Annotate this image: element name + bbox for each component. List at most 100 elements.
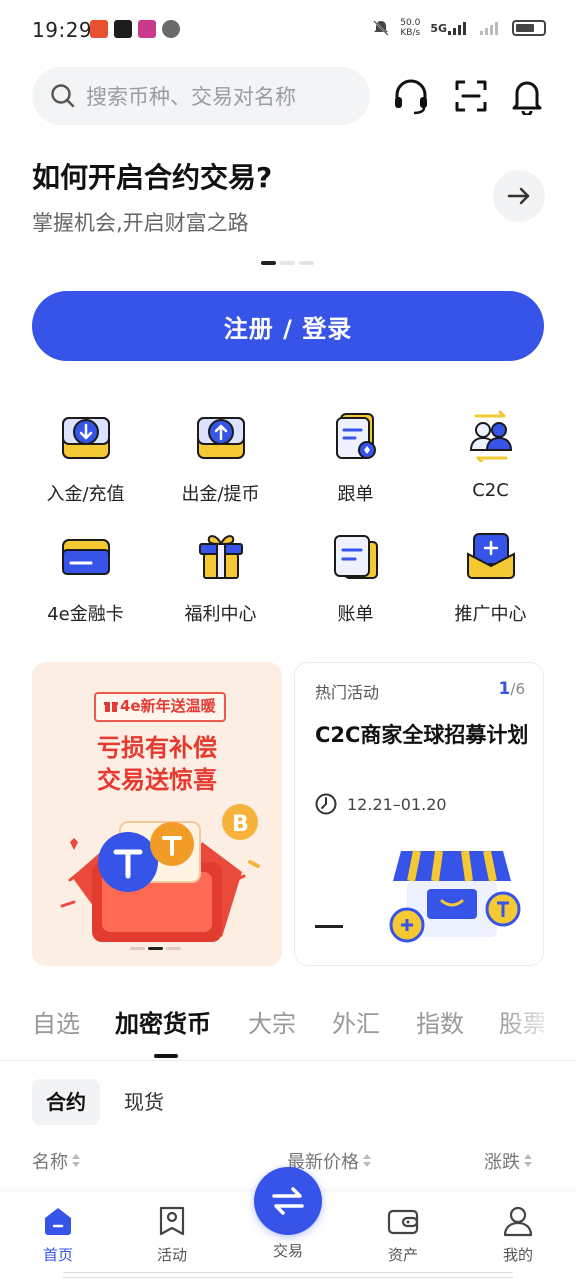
- promo-line-1: 亏损有补偿: [97, 734, 217, 762]
- quick-action-label: 跟单: [337, 484, 374, 505]
- activity-date-text: 12.21–01.20: [347, 794, 447, 814]
- tab-commodities[interactable]: 大宗: [248, 1004, 296, 1039]
- deposit-icon: [62, 417, 110, 459]
- column-change[interactable]: 涨跌: [484, 1148, 533, 1174]
- activity-headline: C2C商家全球招募计划: [315, 723, 529, 747]
- gift-icon: [199, 535, 243, 579]
- promotion-icon: [467, 533, 515, 579]
- pagination-dot: [261, 261, 276, 265]
- promo-tag: 4e新年送温暖: [94, 692, 226, 722]
- gesture-bar: [62, 1272, 514, 1278]
- network-type: 5G: [430, 22, 447, 35]
- quick-action-label: 推广中心: [454, 604, 527, 625]
- nav-assets[interactable]: 资产: [363, 1204, 443, 1265]
- arrow-right-icon: [507, 187, 530, 205]
- nav-label: 首页: [42, 1246, 73, 1264]
- quick-action-label: 入金/充值: [46, 484, 125, 505]
- quick-action-copy-trade[interactable]: 跟单: [288, 410, 423, 510]
- shop-illustration: [389, 850, 521, 943]
- copy-trade-icon: [336, 413, 376, 459]
- signal-icon: [480, 22, 498, 35]
- promo-pagination: [130, 947, 181, 950]
- scan-button[interactable]: [449, 74, 493, 118]
- clock-icon: [315, 793, 337, 815]
- sort-icon: [72, 1154, 81, 1168]
- nav-trade[interactable]: 交易: [248, 1240, 328, 1261]
- battery-icon: [512, 20, 546, 36]
- banner-title[interactable]: 如何开启合约交易?: [32, 156, 272, 196]
- page-current: 1: [498, 679, 511, 699]
- quick-action-c2c[interactable]: C2C: [423, 410, 558, 510]
- notifications-button[interactable]: [505, 74, 549, 118]
- promo-card-newyear[interactable]: 4e新年送温暖 亏损有补偿 交易送惊喜 B: [32, 662, 282, 966]
- subtab-spot[interactable]: 现货: [110, 1079, 178, 1125]
- notification-app-icon: [138, 20, 156, 38]
- nav-profile[interactable]: 我的: [478, 1204, 558, 1265]
- red-gift-box-illustration: B: [60, 804, 260, 942]
- headset-icon: [395, 79, 427, 115]
- tabs-fade: [500, 1000, 560, 1048]
- nav-label: 资产: [387, 1246, 418, 1264]
- banner-arrow-button[interactable]: [493, 170, 545, 222]
- c2c-icon: [469, 410, 513, 462]
- quick-action-card[interactable]: 4e金融卡: [18, 530, 153, 630]
- status-bar: 19:29 50.0 KB/s 5G: [0, 0, 576, 60]
- column-change-label: 涨跌: [484, 1152, 520, 1173]
- speed-unit: KB/s: [400, 28, 421, 38]
- quick-action-promotion[interactable]: 推广中心: [423, 530, 558, 630]
- pagination-dot: [130, 947, 145, 950]
- register-login-button[interactable]: 注册 / 登录: [32, 291, 544, 361]
- nav-home[interactable]: 首页: [18, 1204, 98, 1265]
- bell-icon: [512, 81, 542, 115]
- quick-action-deposit[interactable]: 入金/充值: [18, 410, 153, 510]
- signal-5g: 5G: [430, 21, 470, 35]
- pagination-dot: [148, 947, 163, 950]
- search-bar[interactable]: 搜索币种、交易对名称: [32, 67, 370, 125]
- activity-icon: [159, 1206, 185, 1236]
- profile-icon: [503, 1206, 533, 1237]
- divider: [0, 1060, 576, 1061]
- promo-card-c2c[interactable]: 热门活动 1/6 C2C商家全球招募计划 12.21–01.20: [294, 662, 544, 966]
- gift-icon: [104, 702, 118, 712]
- scan-icon: [455, 80, 487, 112]
- nav-label: 交易: [272, 1242, 303, 1260]
- quick-action-withdraw[interactable]: 出金/提币: [153, 410, 288, 510]
- quick-action-gift[interactable]: 福利中心: [153, 530, 288, 630]
- nav-label: 活动: [156, 1246, 187, 1264]
- market-tabs: 自选 加密货币 大宗 外汇 指数 股票: [32, 1004, 544, 1044]
- promo-tag-text: 4e新年送温暖: [120, 697, 216, 715]
- bill-icon: [334, 535, 378, 579]
- tab-crypto[interactable]: 加密货币: [115, 1004, 211, 1039]
- activity-page-indicator: 1/6: [499, 679, 525, 699]
- tab-favorites[interactable]: 自选: [32, 1004, 80, 1039]
- column-name[interactable]: 名称: [32, 1148, 81, 1174]
- tab-index[interactable]: 指数: [416, 1004, 464, 1039]
- quick-action-label: 出金/提币: [181, 484, 260, 505]
- withdraw-icon: [197, 417, 245, 459]
- swap-icon: [272, 1187, 304, 1215]
- quick-action-label: C2C: [472, 480, 509, 501]
- notification-app-icon: [114, 20, 132, 38]
- quick-action-bill[interactable]: 账单: [288, 530, 423, 630]
- quick-action-label: 4e金融卡: [47, 604, 124, 625]
- status-time: 19:29: [32, 18, 93, 42]
- pagination-dot: [280, 261, 295, 265]
- nav-activity[interactable]: 活动: [132, 1204, 212, 1265]
- message-icon: [162, 20, 180, 38]
- pagination-dot: [166, 947, 181, 950]
- speed-value: 50.0: [400, 18, 421, 28]
- mute-icon: [373, 20, 389, 36]
- search-icon: [51, 84, 75, 108]
- signal-icon: [448, 22, 466, 35]
- tab-forex[interactable]: 外汇: [332, 1004, 380, 1039]
- quick-action-label: 福利中心: [184, 604, 257, 625]
- sort-icon: [363, 1154, 372, 1168]
- network-speed: 50.0 KB/s: [400, 18, 420, 38]
- trade-button[interactable]: [254, 1167, 322, 1235]
- subtab-futures[interactable]: 合约: [32, 1079, 100, 1125]
- card-icon: [62, 539, 110, 575]
- active-tab-indicator: [154, 1054, 178, 1058]
- customer-service-button[interactable]: [389, 74, 433, 118]
- page-total: /6: [510, 680, 525, 698]
- svg-text:B: B: [232, 812, 249, 837]
